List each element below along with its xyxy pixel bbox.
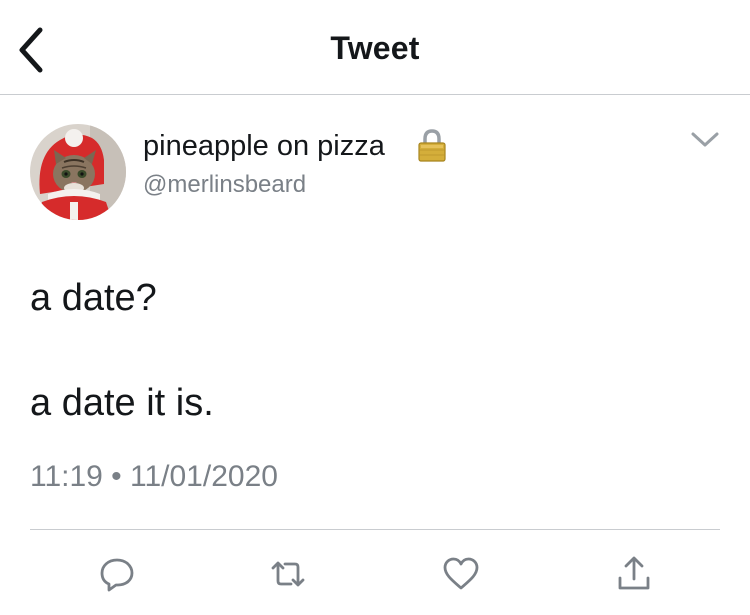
reply-icon	[100, 558, 134, 592]
author-handle[interactable]: @merlinsbeard	[143, 169, 306, 201]
tweet-timestamp: 11:19 • 11/01/2020	[30, 460, 278, 493]
tweet-menu-button[interactable]	[685, 124, 725, 156]
reply-button[interactable]	[97, 554, 137, 594]
retweet-button[interactable]	[268, 554, 308, 594]
cat-avatar-image	[30, 124, 126, 220]
share-button[interactable]	[614, 554, 654, 594]
tweet-text-line: a date it is.	[30, 382, 214, 424]
author-display-name[interactable]: pineapple on pizza	[143, 128, 385, 164]
divider	[30, 529, 720, 530]
lock-icon	[415, 128, 449, 162]
avatar[interactable]	[30, 124, 126, 220]
chevron-down-icon	[691, 132, 719, 147]
like-button[interactable]	[441, 554, 481, 594]
tweet-text-line: a date?	[30, 277, 157, 319]
page-title: Tweet	[330, 30, 420, 66]
share-icon	[618, 556, 650, 590]
top-bar: Tweet	[0, 0, 750, 95]
heart-icon	[443, 557, 479, 590]
retweet-icon	[271, 561, 305, 587]
